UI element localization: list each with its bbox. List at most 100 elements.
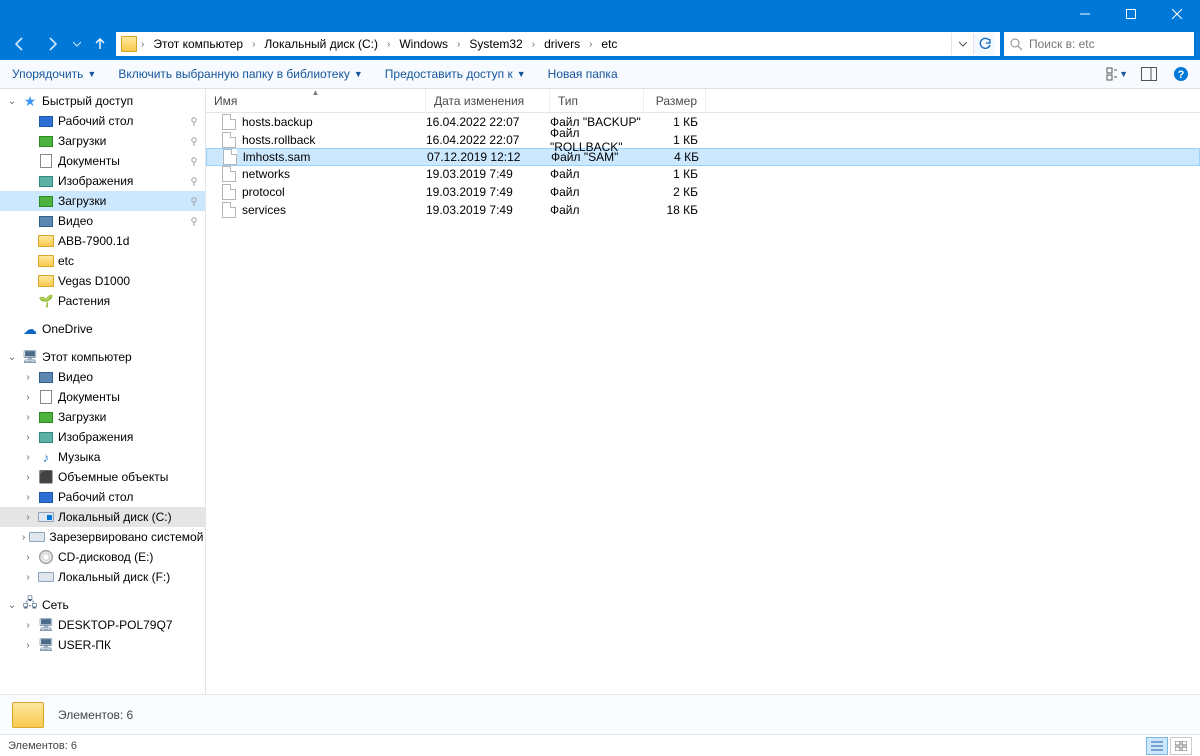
navigation-pane[interactable]: ⌄★Быстрый доступ Рабочий столЗагрузкиДок… <box>0 89 206 694</box>
pc-icon: 🖥 <box>22 349 38 365</box>
toolbar: Упорядочить ▼ Включить выбранную папку в… <box>0 60 1200 89</box>
sidebar-this-pc[interactable]: ⌄🖥Этот компьютер <box>0 347 205 367</box>
details-view-button[interactable] <box>1146 737 1168 755</box>
close-button[interactable] <box>1154 0 1200 28</box>
breadcrumb-item[interactable]: System32 <box>464 33 527 55</box>
search-input[interactable]: Поиск в: etc <box>1004 32 1194 56</box>
sidebar-item[interactable]: ›⬛Объемные объекты <box>0 467 205 487</box>
file-row[interactable]: hosts.rollback16.04.2022 22:07Файл "ROLL… <box>206 131 1200 149</box>
svg-text:?: ? <box>1178 69 1185 81</box>
column-size[interactable]: Размер <box>644 89 706 112</box>
item-icon <box>38 569 54 585</box>
network-icon: 🖧 <box>22 597 38 613</box>
sidebar-item[interactable]: etc <box>0 251 205 271</box>
item-icon <box>38 133 54 149</box>
item-icon <box>38 233 54 249</box>
sidebar-item[interactable]: ABB-7900.1d <box>0 231 205 251</box>
sidebar-item[interactable]: ›Рабочий стол <box>0 487 205 507</box>
include-library-button[interactable]: Включить выбранную папку в библиотеку ▼ <box>114 60 366 88</box>
file-row[interactable]: hosts.backup16.04.2022 22:07Файл "BACKUP… <box>206 113 1200 131</box>
sidebar-item[interactable]: ›Локальный диск (F:) <box>0 567 205 587</box>
forward-button[interactable] <box>38 32 66 56</box>
address-dropdown[interactable] <box>951 33 973 55</box>
maximize-button[interactable] <box>1108 0 1154 28</box>
item-icon <box>38 173 54 189</box>
sidebar-item[interactable]: Документы <box>0 151 205 171</box>
share-button[interactable]: Предоставить доступ к ▼ <box>381 60 530 88</box>
status-count: Элементов: 6 <box>8 740 77 752</box>
sidebar-item[interactable]: Изображения <box>0 171 205 191</box>
back-button[interactable] <box>6 32 34 56</box>
minimize-button[interactable] <box>1062 0 1108 28</box>
item-count-label: Элементов: 6 <box>58 708 133 722</box>
pin-icon <box>189 176 199 186</box>
sidebar-item[interactable]: 🌱Растения <box>0 291 205 311</box>
sidebar-item[interactable]: ›🖥USER-ПК <box>0 635 205 655</box>
item-icon <box>38 193 54 209</box>
help-button[interactable]: ? <box>1170 63 1192 85</box>
pin-icon <box>189 116 199 126</box>
file-pane[interactable]: Имя▲ Дата изменения Тип Размер hosts.bac… <box>206 89 1200 694</box>
sidebar-item[interactable]: ›Изображения <box>0 427 205 447</box>
breadcrumb-item[interactable]: Локальный диск (C:) <box>259 33 383 55</box>
sidebar-item[interactable]: Рабочий стол <box>0 111 205 131</box>
file-row[interactable]: services19.03.2019 7:49Файл18 КБ <box>206 201 1200 219</box>
up-button[interactable] <box>88 32 112 56</box>
item-icon: 🖥 <box>38 617 54 633</box>
view-options-button[interactable]: ▼ <box>1106 63 1128 85</box>
file-icon <box>222 202 236 218</box>
sort-asc-icon: ▲ <box>312 88 320 97</box>
item-icon <box>38 273 54 289</box>
preview-pane-button[interactable] <box>1138 63 1160 85</box>
breadcrumb-item[interactable]: etc <box>596 33 622 55</box>
new-folder-button[interactable]: Новая папка <box>544 60 622 88</box>
recent-dropdown[interactable] <box>70 32 84 56</box>
sidebar-item[interactable]: Vegas D1000 <box>0 271 205 291</box>
column-type[interactable]: Тип <box>550 89 644 112</box>
chevron-right-icon[interactable]: › <box>139 39 146 50</box>
pin-icon <box>189 136 199 146</box>
sidebar-item[interactable]: ›Локальный диск (C:) <box>0 507 205 527</box>
file-icon <box>222 166 236 182</box>
item-icon <box>38 509 54 525</box>
file-row[interactable]: networks19.03.2019 7:49Файл1 КБ <box>206 165 1200 183</box>
sidebar-item[interactable]: ›♪Музыка <box>0 447 205 467</box>
thumbnails-view-button[interactable] <box>1170 737 1192 755</box>
item-icon <box>38 369 54 385</box>
item-icon <box>38 489 54 505</box>
file-row[interactable]: protocol19.03.2019 7:49Файл2 КБ <box>206 183 1200 201</box>
sidebar-item[interactable]: ›Видео <box>0 367 205 387</box>
item-icon: ⬛ <box>38 469 54 485</box>
address-bar[interactable]: › Этот компьютер› Локальный диск (C:)› W… <box>116 32 1000 56</box>
refresh-button[interactable] <box>973 33 995 55</box>
item-icon <box>38 213 54 229</box>
status-bar: Элементов: 6 <box>0 734 1200 756</box>
column-date[interactable]: Дата изменения <box>426 89 550 112</box>
cloud-icon: ☁ <box>22 321 38 337</box>
breadcrumb-item[interactable]: drivers <box>539 33 585 55</box>
breadcrumb-item[interactable]: Windows <box>394 33 453 55</box>
file-icon <box>222 132 236 148</box>
file-row[interactable]: lmhosts.sam07.12.2019 12:12Файл "SAM"4 К… <box>206 148 1200 166</box>
sidebar-item[interactable]: ›🖥DESKTOP-POL79Q7 <box>0 615 205 635</box>
sidebar-network[interactable]: ⌄🖧Сеть <box>0 595 205 615</box>
organize-button[interactable]: Упорядочить ▼ <box>8 60 100 88</box>
sidebar-item[interactable]: ›CD-дисковод (E:) <box>0 547 205 567</box>
sidebar-item[interactable]: ›Загрузки <box>0 407 205 427</box>
item-icon <box>38 389 54 405</box>
breadcrumb-item[interactable]: Этот компьютер <box>148 33 248 55</box>
item-icon <box>38 409 54 425</box>
column-headers: Имя▲ Дата изменения Тип Размер <box>206 89 1200 113</box>
folder-icon <box>12 702 44 728</box>
sidebar-onedrive[interactable]: ☁OneDrive <box>0 319 205 339</box>
sidebar-item[interactable]: Видео <box>0 211 205 231</box>
pin-icon <box>189 156 199 166</box>
sidebar-item[interactable]: Загрузки <box>0 131 205 151</box>
column-name[interactable]: Имя▲ <box>206 89 426 112</box>
titlebar <box>0 0 1200 28</box>
sidebar-item[interactable]: ›Зарезервировано системой (D:) <box>0 527 205 547</box>
item-icon <box>38 549 54 565</box>
sidebar-quick-access[interactable]: ⌄★Быстрый доступ <box>0 91 205 111</box>
sidebar-item[interactable]: Загрузки <box>0 191 205 211</box>
sidebar-item[interactable]: ›Документы <box>0 387 205 407</box>
